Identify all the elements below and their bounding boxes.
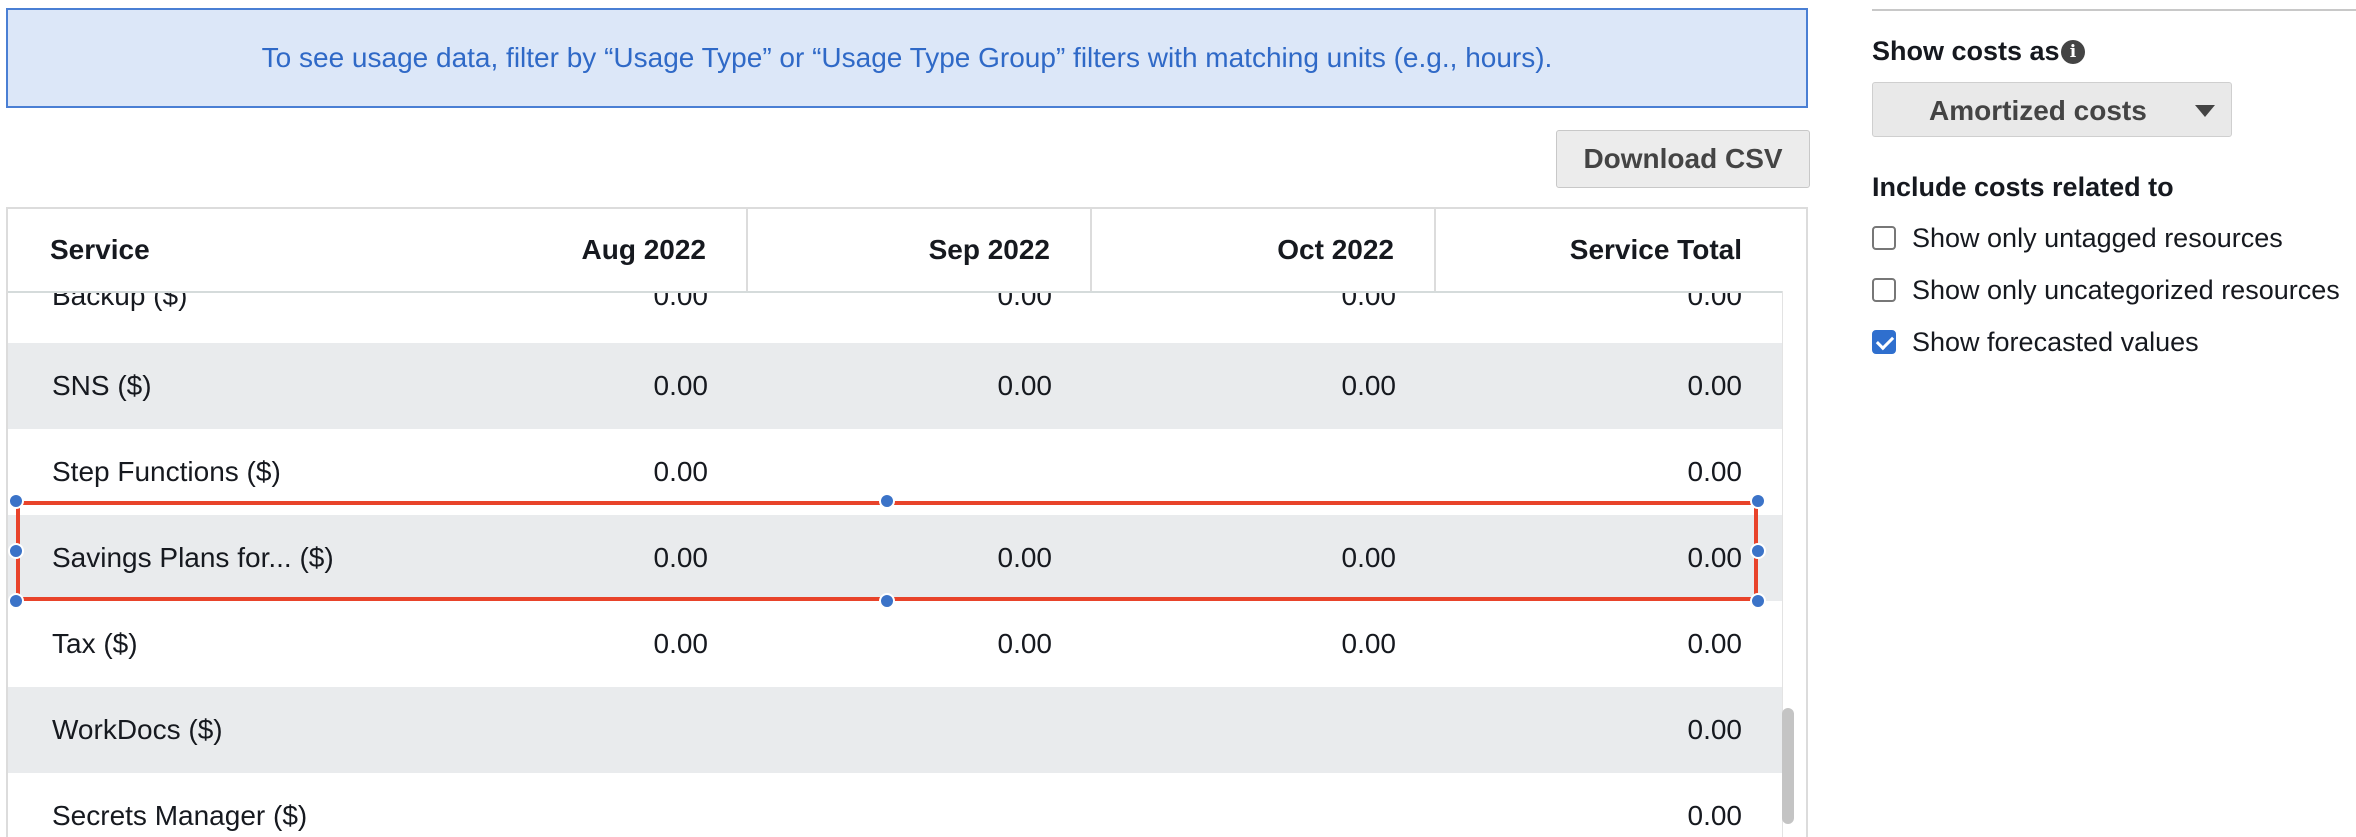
table-row[interactable]: Secrets Manager ($) 0.00 [8,773,1782,837]
table-scrollbar-thumb[interactable] [1782,708,1794,824]
selection-handle-top-left[interactable] [8,493,24,509]
caret-down-icon [2195,105,2215,117]
cost-type-select[interactable]: Amortized costs [1872,82,2232,137]
month-cost-cell [1092,687,1436,773]
service-total-cell: 0.00 [1687,456,1743,487]
cost-type-value: Amortized costs [1929,94,2147,126]
option-forecasted-values[interactable]: Show forecasted values [1872,325,2199,359]
month-cost-cell: 0.00 [653,628,709,659]
show-costs-label: Show costs as [1872,36,2060,66]
selection-handle-bottom-right[interactable] [1750,593,1766,609]
cost-table: Backup ($) 0.00 0.00 0.00 0.00 SNS ($) 0.00 0.0… [6,207,1808,837]
month-cost-cell: 0.00 [1341,542,1397,573]
panel-divider [1872,9,2356,11]
info-banner-text: To see usage data, filter by “Usage Type… [261,42,1553,73]
month-cost-cell [748,687,1092,773]
untagged-label: Show only untagged resources [1912,222,2283,253]
month-cost-cell: 0.00 [997,542,1053,573]
table-row[interactable]: SNS ($) 0.00 0.00 0.00 0.00 [8,343,1782,429]
service-name-cell: WorkDocs ($) [52,714,223,745]
service-name-cell: Secrets Manager ($) [52,800,308,831]
untagged-checkbox[interactable] [1872,226,1896,250]
selection-handle-bottom-middle[interactable] [879,593,895,609]
include-costs-label: Include costs related to [1872,172,2174,202]
table-row[interactable]: Step Functions ($) 0.00 0.00 [8,429,1782,515]
service-total-cell: 0.00 [1687,542,1743,573]
info-banner: To see usage data, filter by “Usage Type… [6,8,1808,108]
column-header-oct-2022[interactable]: Oct 2022 [1092,209,1436,291]
selection-handle-middle-right[interactable] [1750,543,1766,559]
uncategorized-label: Show only uncategorized resources [1912,274,2340,305]
service-total-cell: 0.00 [1687,714,1743,745]
month-cost-cell: 0.00 [1341,628,1397,659]
month-cost-cell: 0.00 [653,456,709,487]
table-row[interactable]: WorkDocs ($) 0.00 [8,687,1782,773]
month-cost-cell [748,429,1092,515]
month-cost-cell: 0.00 [653,542,709,573]
service-total-cell: 0.00 [1687,628,1743,659]
download-csv-button[interactable]: Download CSV [1556,130,1810,188]
selection-handle-top-right[interactable] [1750,493,1766,509]
month-cost-cell: 0.00 [997,370,1053,401]
month-cost-cell [408,773,748,837]
table-header: Service Aug 2022 Sep 2022 Oct 2022 Servi… [8,209,1782,293]
forecasted-checkbox[interactable] [1872,330,1896,354]
column-header-sep-2022[interactable]: Sep 2022 [748,209,1092,291]
column-header-service-total[interactable]: Service Total [1436,209,1782,291]
info-icon[interactable]: i [2061,40,2085,64]
selection-handle-top-middle[interactable] [879,493,895,509]
month-cost-cell [408,687,748,773]
option-untagged-resources[interactable]: Show only untagged resources [1872,221,2283,255]
service-name-cell: Savings Plans for... ($) [52,542,334,573]
option-uncategorized-resources[interactable]: Show only uncategorized resources [1872,273,2340,307]
table-row[interactable]: Tax ($) 0.00 0.00 0.00 0.00 [8,601,1782,687]
column-header-aug-2022[interactable]: Aug 2022 [408,209,748,291]
month-cost-cell [748,773,1092,837]
month-cost-cell [1092,773,1436,837]
table-row[interactable]: Savings Plans for... ($) 0.00 0.00 0.00 0.00 [8,515,1782,601]
month-cost-cell: 0.00 [1341,370,1397,401]
service-total-cell: 0.00 [1687,800,1743,831]
forecasted-label: Show forecasted values [1912,326,2199,357]
uncategorized-checkbox[interactable] [1872,278,1896,302]
service-name-cell: Tax ($) [52,628,138,659]
selection-handle-middle-left[interactable] [8,543,24,559]
service-name-cell: SNS ($) [52,370,152,401]
service-total-cell: 0.00 [1687,370,1743,401]
selection-handle-bottom-left[interactable] [8,593,24,609]
service-name-cell: Step Functions ($) [52,456,281,487]
month-cost-cell: 0.00 [653,370,709,401]
month-cost-cell [1092,429,1436,515]
month-cost-cell: 0.00 [997,628,1053,659]
